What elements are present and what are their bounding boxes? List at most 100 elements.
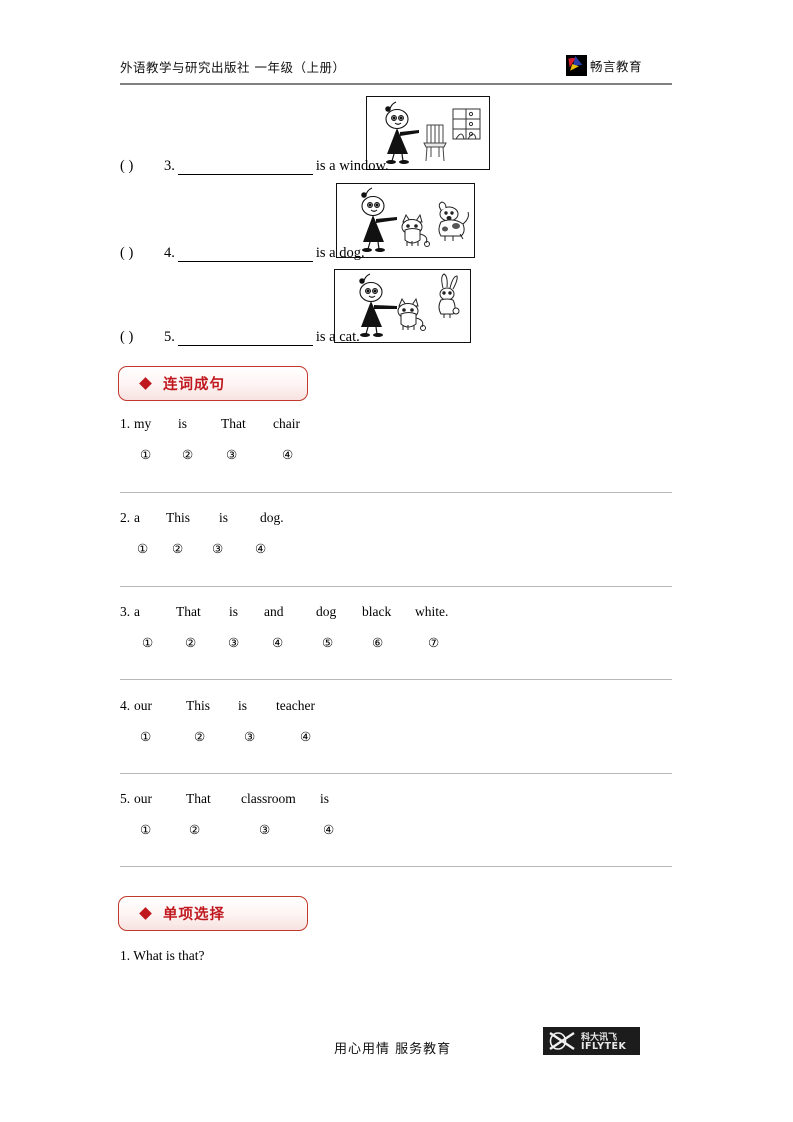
answer-line-2[interactable] [120,586,672,587]
q1-mark-3: ③ [226,448,238,462]
q1-label: 1. [120,416,131,431]
answer-paren-4[interactable]: ( ) [120,245,164,262]
q5-label: 5. [120,791,131,806]
q4-mark-4: ④ [300,730,312,744]
q3-mark-1: ① [142,636,154,650]
q1-mark-4: ④ [282,448,294,462]
q4-word-2[interactable]: This [186,698,210,714]
q1-word-1[interactable]: my [134,416,151,432]
q5-word-3[interactable]: classroom [241,791,296,807]
mark-row-5: ① ② ③ ④ [120,822,672,844]
fill-blank-row-4: ( ) 4. is a dog. [120,245,365,262]
word-row-5: 5. our That classroom is [120,791,672,813]
answer-blank-3[interactable] [177,162,313,175]
fill-blank-row-3: ( ) 3. is a window. [120,158,389,175]
q5-word-2[interactable]: That [186,791,211,807]
answer-blank-5[interactable] [177,333,313,346]
answer-line-5[interactable] [120,866,672,867]
q1-mark-1: ① [140,448,152,462]
question-tail-4: is a dog. [315,245,365,261]
q2-word-2[interactable]: This [166,510,190,526]
mark-row-3: ① ② ③ ④ ⑤ ⑥ ⑦ [120,635,672,657]
word-order-question-3: 3. a That is and dog black white. ① ② ③ … [120,604,672,657]
iflytek-x-mark-icon [549,1032,575,1050]
q3-word-4[interactable]: and [264,604,284,620]
q2-word-4[interactable]: dog. [260,510,284,526]
word-row-2: 2. a This is dog. [120,510,672,532]
q5-word-4[interactable]: is [320,791,329,807]
section-title-word-order: 连词成句 [163,377,225,393]
question-number-3: 3. [164,158,175,174]
q3-label: 3. [120,604,131,619]
q3-word-6[interactable]: black [362,604,391,620]
word-row-3: 3. a That is and dog black white. [120,604,672,626]
answer-line-4[interactable] [120,773,672,774]
q1-word-2[interactable]: is [178,416,187,432]
q5-mark-1: ① [140,823,152,837]
q1-word-4[interactable]: chair [273,416,300,432]
q3-mark-6: ⑥ [372,636,384,650]
question-tail-5: is a cat. [315,329,360,345]
word-order-question-4: 4. our This is teacher ① ② ③ ④ [120,698,672,751]
brand-name: 畅言教育 [589,59,642,74]
answer-paren-5[interactable]: ( ) [120,329,164,346]
brand-block: 畅言教育 [565,55,642,76]
word-row-1: 1. my is That chair [120,416,672,438]
q5-mark-2: ② [189,823,201,837]
q2-mark-4: ④ [255,542,267,556]
q3-mark-3: ③ [228,636,240,650]
bird-logo-icon [565,55,587,76]
q4-mark-3: ③ [244,730,256,744]
q3-word-7[interactable]: white. [415,604,448,620]
mark-row-2: ① ② ③ ④ [120,541,672,563]
q2-word-1[interactable]: a [134,510,140,526]
question-tail-3: is a window. [315,158,389,174]
answer-blank-4[interactable] [177,249,313,262]
q4-word-4[interactable]: teacher [276,698,315,714]
q5-mark-3: ③ [259,823,271,837]
q2-mark-1: ① [137,542,149,556]
mark-row-4: ① ② ③ ④ [120,729,672,751]
q3-mark-5: ⑤ [322,636,334,650]
diamond-bullet-icon-2 [139,907,152,920]
q3-mark-2: ② [185,636,197,650]
q5-word-1[interactable]: our [134,791,152,807]
q4-word-1[interactable]: our [134,698,152,714]
q4-label: 4. [120,698,131,713]
q3-mark-7: ⑦ [428,636,440,650]
footer-slogan: 用心用情 服务教育 [334,1042,452,1057]
q3-word-1[interactable]: a [134,604,140,620]
q1-mark-2: ② [182,448,194,462]
q2-label: 2. [120,510,131,525]
q2-mark-2: ② [172,542,184,556]
section-header-word-order: 连词成句 [118,366,308,401]
section-header-multiple-choice: 单项选择 [118,896,308,931]
word-order-question-1: 1. my is That chair ① ② ③ ④ [120,416,672,469]
q1-word-3[interactable]: That [221,416,246,432]
word-row-4: 4. our This is teacher [120,698,672,720]
section-title-multiple-choice: 单项选择 [163,907,225,923]
q4-mark-2: ② [194,730,206,744]
q4-mark-1: ① [140,730,152,744]
answer-line-3[interactable] [120,679,672,680]
q5-mark-4: ④ [323,823,335,837]
answer-paren-3[interactable]: ( ) [120,158,164,175]
question-number-4: 4. [164,245,175,261]
iflytek-logo-en: IFLYTEK [581,1041,627,1052]
question-number-5: 5. [164,329,175,345]
mark-row-1: ① ② ③ ④ [120,447,672,469]
word-order-question-5: 5. our That classroom is ① ② ③ ④ [120,791,672,844]
q3-mark-4: ④ [272,636,284,650]
q3-word-2[interactable]: That [176,604,201,620]
q3-word-5[interactable]: dog [316,604,336,620]
page-header: 外语教学与研究出版社 一年级（上册） 畅言教育 [120,55,672,85]
q3-word-3[interactable]: is [229,604,238,620]
q4-word-3[interactable]: is [238,698,247,714]
multiple-choice-question-1: 1. What is that? [120,948,205,963]
header-divider [120,83,672,85]
q2-word-3[interactable]: is [219,510,228,526]
diamond-bullet-icon [139,377,152,390]
answer-line-1[interactable] [120,492,672,493]
word-order-question-2: 2. a This is dog. ① ② ③ ④ [120,510,672,563]
iflytek-logo: 科大讯飞 IFLYTEK [543,1027,640,1055]
